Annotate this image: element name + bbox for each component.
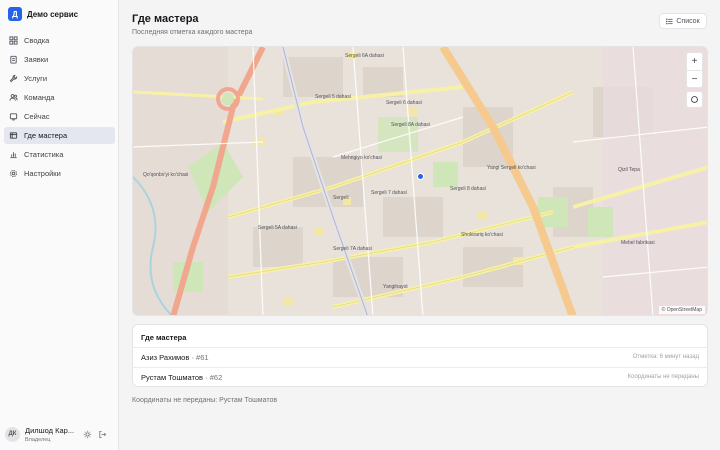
map-label: Sergeli 8A dahasi bbox=[391, 122, 430, 128]
sidebar-item-label: Сейчас bbox=[24, 112, 50, 121]
master-id: · #61 bbox=[191, 353, 209, 362]
master-name-text: Рустам Тошматов bbox=[141, 373, 204, 382]
map-attribution[interactable]: © OpenStreetMap bbox=[658, 306, 705, 314]
map-label: Sergeli 7A dahasi bbox=[333, 246, 372, 252]
avatar[interactable]: ДК bbox=[5, 426, 20, 442]
logout-icon[interactable] bbox=[97, 429, 107, 439]
sidebar-item-label: Сводка bbox=[24, 36, 50, 45]
page-subtitle: Последняя отметка каждого мастера bbox=[132, 29, 253, 36]
map-label: Mehrigiyo ko'chasi bbox=[341, 155, 382, 161]
sidebar-item-label: Настройки bbox=[24, 169, 61, 178]
map-label: Qo'qonbo'yi ko'chasi bbox=[143, 172, 189, 178]
map-label: Sergeli 6 dahasi bbox=[386, 100, 422, 106]
chart-icon bbox=[9, 150, 18, 159]
wrench-icon bbox=[9, 74, 18, 83]
sidebar-item-summary[interactable]: Сводка bbox=[4, 32, 115, 49]
master-status: Отметка: 6 минут назад bbox=[632, 354, 699, 360]
user-name: Дилшод Кар... bbox=[25, 425, 75, 435]
sidebar-item-settings[interactable]: Настройки bbox=[4, 165, 115, 182]
map-label: Qizil Tepa bbox=[618, 167, 640, 173]
map-label: Sergeli 7 dahasi bbox=[371, 190, 407, 196]
master-status: Координаты не переданы bbox=[627, 374, 699, 380]
sidebar-item-label: Услуги bbox=[24, 74, 48, 83]
list-view-label: Список bbox=[676, 17, 700, 25]
gear-icon bbox=[9, 169, 18, 178]
sidebar-item-label: Статистика bbox=[24, 150, 64, 159]
theme-toggle-icon[interactable] bbox=[82, 429, 92, 439]
sidebar-item-label: Команда bbox=[24, 93, 55, 102]
missing-coordinates-note: Координаты не переданы: Рустам Тошматов bbox=[132, 397, 278, 404]
clipboard-icon bbox=[9, 55, 18, 64]
list-icon bbox=[666, 18, 673, 24]
master-id: · #62 bbox=[205, 373, 223, 382]
sidebar-item-now[interactable]: Сейчас bbox=[4, 108, 115, 125]
zoom-control: + − bbox=[686, 52, 703, 88]
users-icon bbox=[9, 93, 18, 102]
map-label: Yangi Sergeli ko'chasi bbox=[487, 165, 536, 171]
sidebar: Д Демо сервис Сводка Заявки Услуги Коман… bbox=[0, 0, 119, 450]
zoom-out-button[interactable]: − bbox=[687, 70, 702, 87]
user-panel: ДК Дилшод Кар... Владелец bbox=[5, 424, 115, 444]
sidebar-item-team[interactable]: Команда bbox=[4, 89, 115, 106]
masters-card: Где мастера Азиз Рахимов · #61 Отметка: … bbox=[132, 324, 708, 387]
map-label: Shokirariq ko'chasi bbox=[461, 232, 503, 238]
master-name: Рустам Тошматов · #62 bbox=[141, 373, 222, 382]
sidebar-item-services[interactable]: Услуги bbox=[4, 70, 115, 87]
user-info: Дилшод Кар... Владелец bbox=[25, 426, 77, 443]
map-label: Sergeli 8 dahasi bbox=[450, 186, 486, 192]
sidebar-item-orders[interactable]: Заявки bbox=[4, 51, 115, 68]
list-item[interactable]: Рустам Тошматов · #62 Координаты не пере… bbox=[133, 367, 707, 387]
brand-logo: Д bbox=[8, 7, 22, 21]
user-role: Владелец bbox=[25, 436, 51, 443]
locate-button[interactable] bbox=[686, 91, 703, 108]
list-item[interactable]: Азиз Рахимов · #61 Отметка: 6 минут наза… bbox=[133, 347, 707, 367]
sidebar-item-label: Где мастера bbox=[24, 131, 68, 140]
master-name: Азиз Рахимов · #61 bbox=[141, 353, 209, 362]
zoom-in-button[interactable]: + bbox=[687, 53, 702, 70]
locate-icon bbox=[691, 96, 698, 103]
brand[interactable]: Д Демо сервис bbox=[8, 6, 78, 22]
map-icon bbox=[9, 131, 18, 140]
page-title: Где мастера bbox=[132, 13, 199, 25]
sidebar-item-masters-map[interactable]: Где мастера bbox=[4, 127, 115, 144]
map-label: Mebel fabrikasi bbox=[621, 240, 655, 246]
map-label: Yangihayot bbox=[383, 284, 408, 290]
sidebar-item-label: Заявки bbox=[24, 55, 49, 64]
sidebar-item-statistics[interactable]: Статистика bbox=[4, 146, 115, 163]
grid-icon bbox=[9, 36, 18, 45]
map-label: Sergeli 5 dahasi bbox=[315, 94, 351, 100]
map-label: Sergeli 6A dahasi bbox=[345, 53, 384, 59]
map-label: Sergeli bbox=[333, 195, 349, 201]
activity-icon bbox=[9, 112, 18, 121]
brand-name: Демо сервис bbox=[27, 9, 79, 19]
master-name-text: Азиз Рахимов bbox=[141, 353, 190, 362]
map-view[interactable]: Sergeli 6A dahasi Sergeli 5 dahasi Serge… bbox=[132, 46, 708, 316]
map-tiles bbox=[133, 47, 707, 315]
master-location-marker[interactable] bbox=[417, 173, 424, 180]
sidebar-nav: Сводка Заявки Услуги Команда Сейчас Где … bbox=[4, 32, 115, 184]
masters-card-title: Где мастера bbox=[141, 333, 187, 342]
list-view-button[interactable]: Список bbox=[659, 13, 707, 29]
map-label: Sergeli 5A dahasi bbox=[258, 225, 297, 231]
